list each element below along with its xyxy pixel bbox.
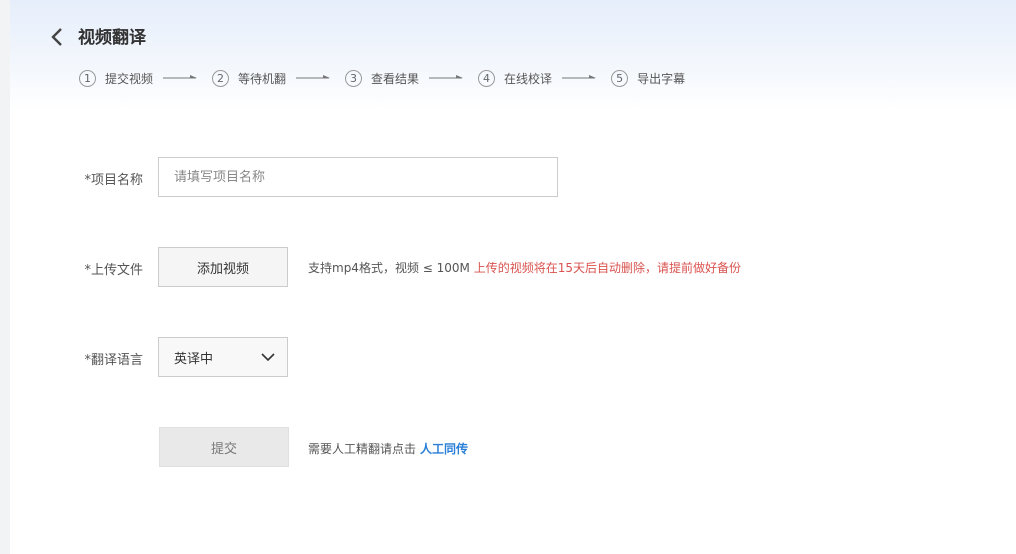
submit-button[interactable]: 提交: [159, 427, 289, 467]
project-name-input[interactable]: [158, 157, 558, 197]
arrow-right-icon: [429, 74, 464, 82]
language-label: *翻译语言: [84, 353, 143, 368]
step-number: 4: [478, 69, 496, 87]
back-button[interactable]: [46, 24, 68, 50]
page: 视频翻译 1 提交视频 2 等待机翻 3 查看结果 4 在线校译 5 导出字幕 …: [10, 0, 1016, 554]
language-select[interactable]: 英译中: [158, 337, 288, 377]
arrow-right-icon: [163, 74, 198, 82]
step-number: 5: [611, 69, 629, 87]
upload-hint: 支持mp4格式，视频 ≤ 100M 上传的视频将在15天后自动删除，请提前做好备…: [308, 259, 741, 276]
step-4: 4 在线校译: [478, 69, 553, 87]
submit-hint: 需要人工精翻请点击 人工同传: [308, 440, 468, 457]
step-label: 查看结果: [371, 71, 420, 86]
chevron-left-icon: [51, 28, 62, 46]
step-label: 导出字幕: [637, 71, 686, 86]
upload-format-hint: 支持mp4格式，视频 ≤ 100M: [308, 261, 470, 275]
human-interpretation-link[interactable]: 人工同传: [420, 442, 468, 456]
arrow-right-icon: [562, 74, 597, 82]
upload-file-label: *上传文件: [84, 263, 143, 278]
step-progress: 1 提交视频 2 等待机翻 3 查看结果 4 在线校译 5 导出字幕: [79, 67, 685, 89]
chevron-down-icon: [261, 352, 275, 361]
step-1: 1 提交视频: [79, 69, 154, 87]
language-selected-value: 英译中: [174, 351, 214, 367]
step-label: 提交视频: [105, 71, 154, 86]
header: 视频翻译 1 提交视频 2 等待机翻 3 查看结果 4 在线校译 5 导出字幕: [10, 0, 1016, 110]
page-title: 视频翻译: [78, 28, 146, 48]
manual-translation-hint: 需要人工精翻请点击: [308, 442, 417, 456]
step-5: 5 导出字幕: [611, 69, 686, 87]
step-2: 2 等待机翻: [212, 69, 287, 87]
project-name-label: *项目名称: [84, 173, 143, 188]
step-3: 3 查看结果: [345, 69, 420, 87]
step-number: 1: [79, 69, 96, 87]
step-number: 3: [345, 69, 363, 87]
step-number: 2: [212, 69, 230, 87]
step-label: 在线校译: [504, 71, 553, 86]
upload-warning: 上传的视频将在15天后自动删除，请提前做好备份: [473, 261, 741, 275]
add-video-button[interactable]: 添加视频: [158, 247, 288, 287]
arrow-right-icon: [296, 74, 331, 82]
step-label: 等待机翻: [238, 71, 287, 86]
